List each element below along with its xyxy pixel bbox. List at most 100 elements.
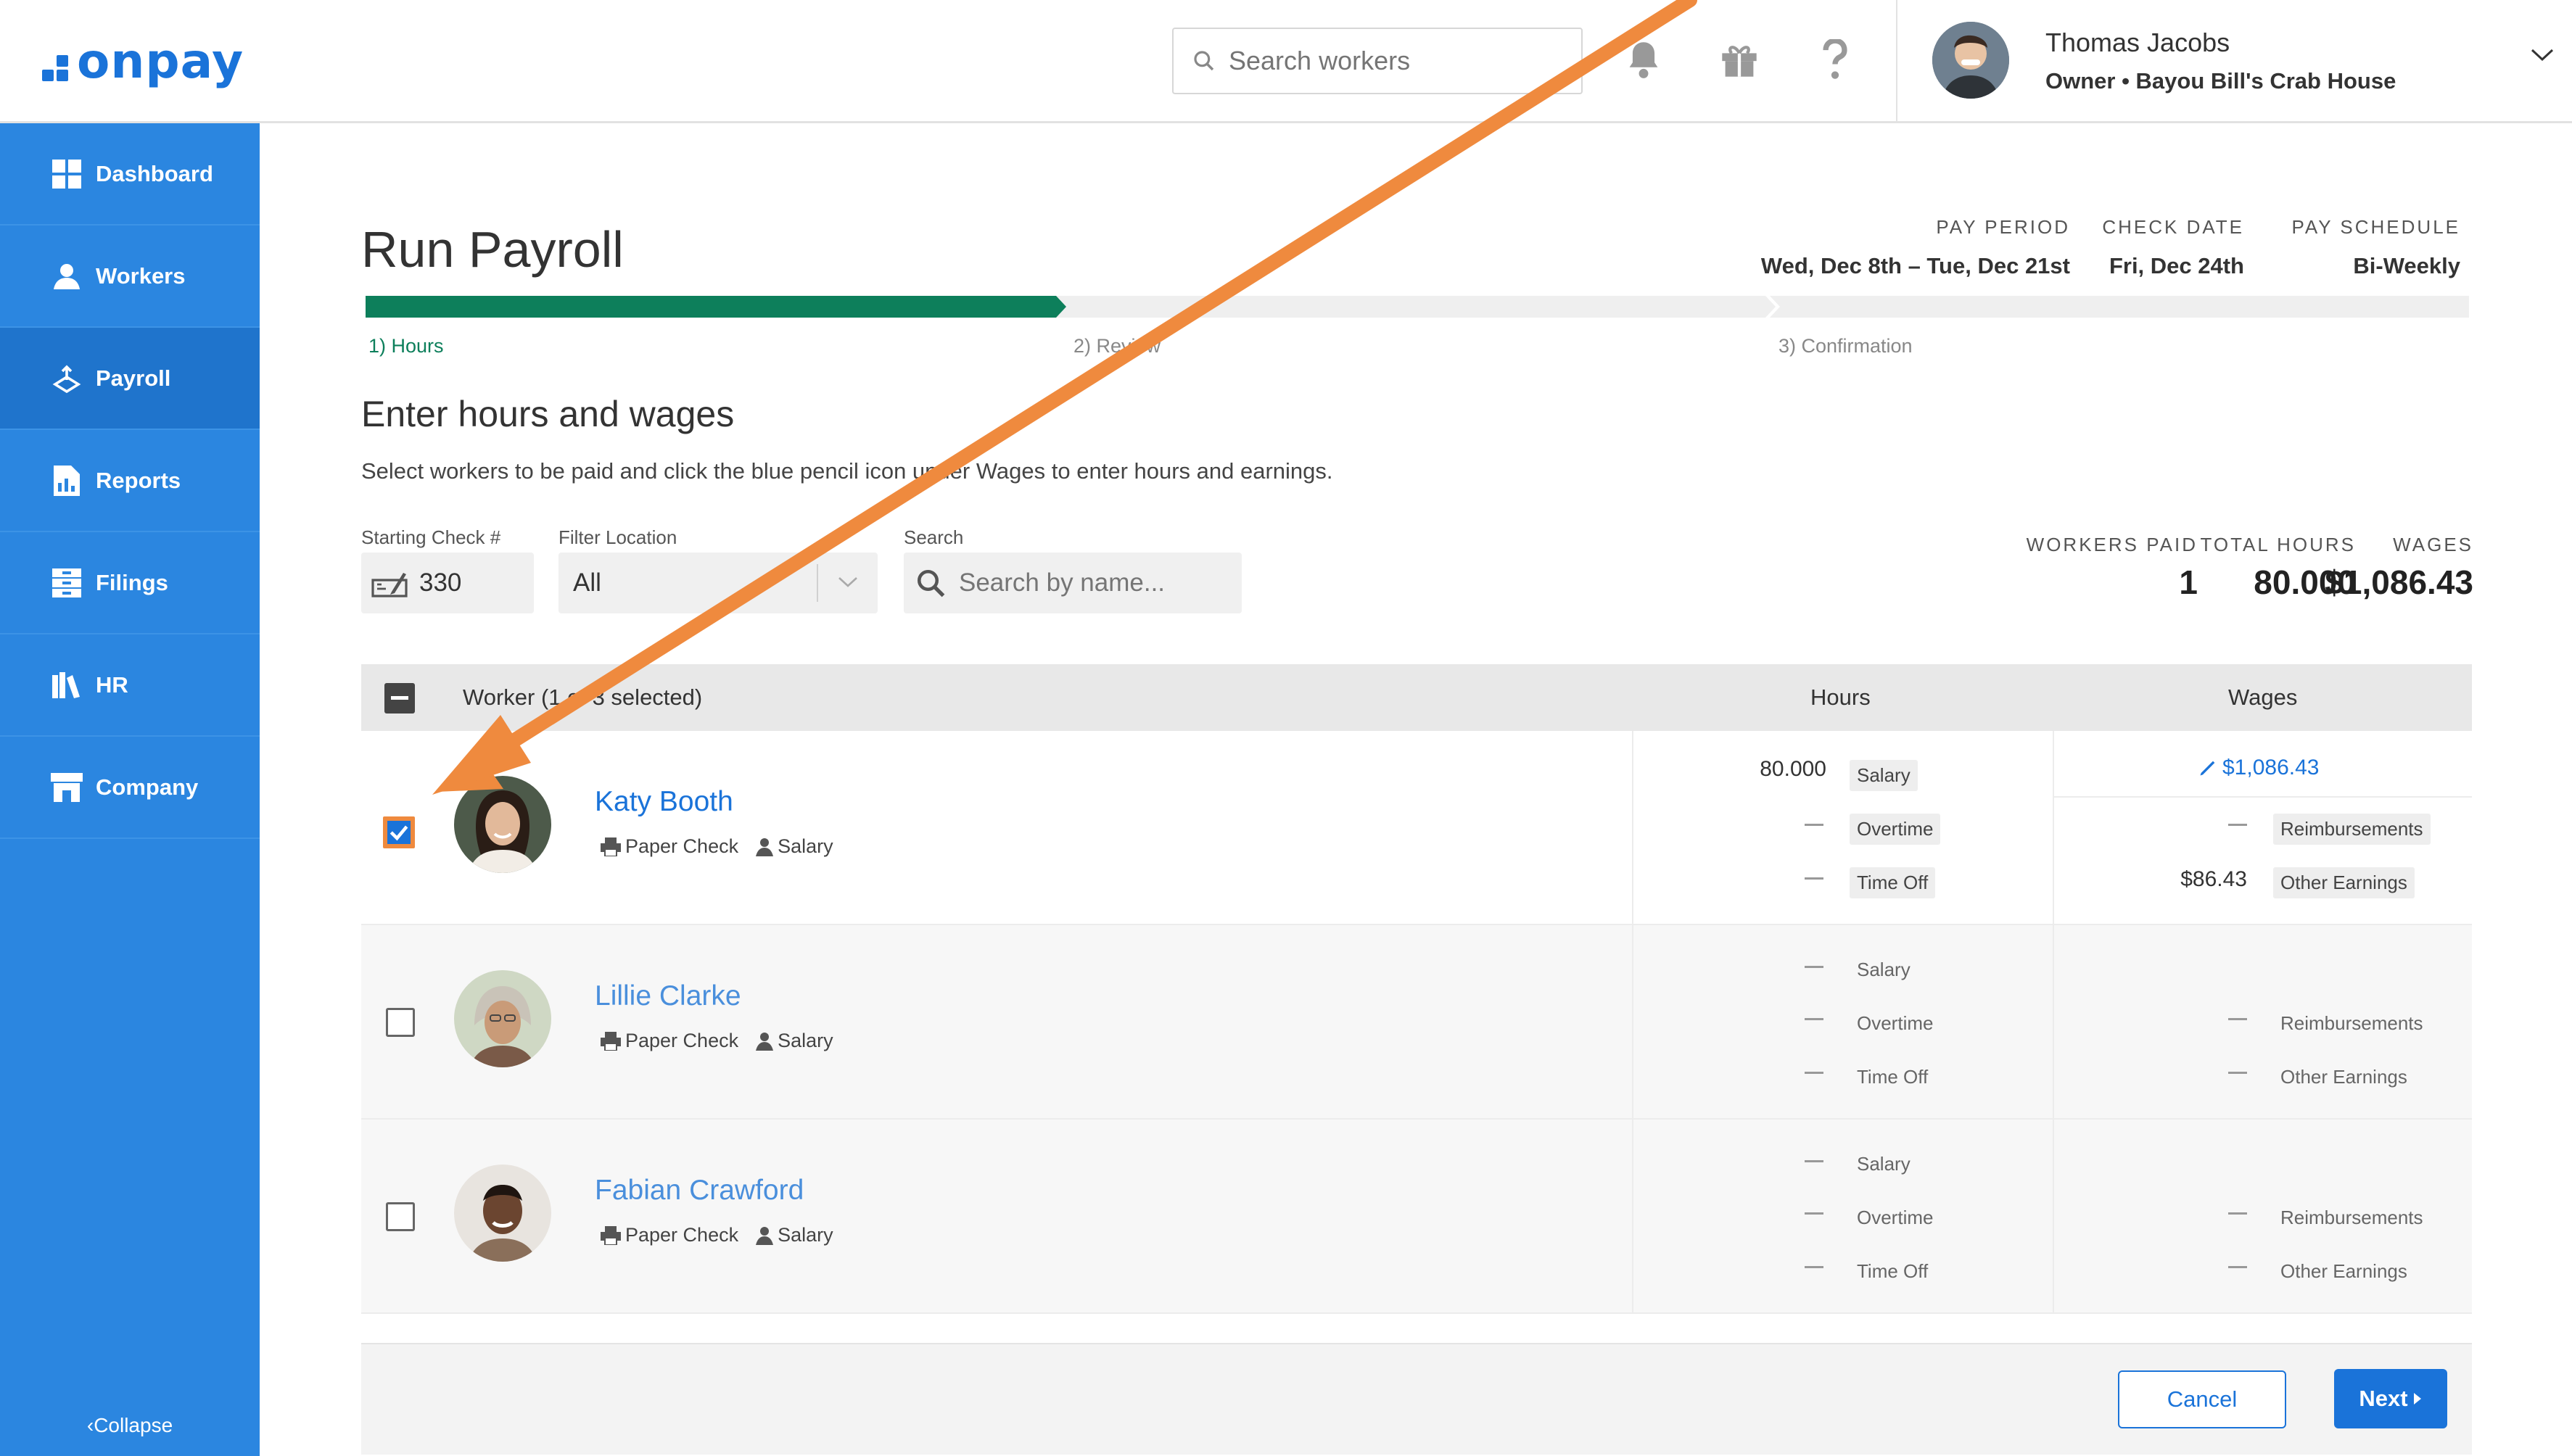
global-search-box[interactable]	[1172, 28, 1583, 94]
sidebar-item-dashboard[interactable]: Dashboard	[0, 123, 260, 226]
payment-method-label: Paper Check	[625, 1224, 739, 1246]
user-menu[interactable]: Thomas Jacobs Owner • Bayou Bill's Crab …	[1896, 0, 2572, 122]
starting-check-value: 330	[419, 568, 462, 597]
chevron-down-icon[interactable]	[2530, 48, 2555, 62]
pay-period-value: Wed, Dec 8th – Tue, Dec 21st	[1760, 253, 2070, 278]
time-off-tag: Time Off	[1850, 867, 1936, 898]
select-all-checkbox[interactable]	[384, 683, 415, 713]
dashboard-icon	[51, 158, 83, 190]
edit-wage-button[interactable]: $1,086.43	[2198, 756, 2319, 780]
payment-method-label: Paper Check	[625, 835, 739, 857]
user-role: Owner • Bayou Bill's Crab House	[2045, 68, 2396, 94]
table-header: Worker (1 of 3 selected) Hours Wages	[361, 664, 2472, 731]
dash-icon	[1805, 1018, 1823, 1020]
worker-name-link[interactable]: Katy Booth	[595, 786, 733, 818]
worker-name-link[interactable]: Fabian Crawford	[595, 1175, 804, 1207]
time-off-tag: Time Off	[1857, 1066, 1929, 1088]
salary-tag: Salary	[1857, 1153, 1911, 1175]
total-hours-label: TOTAL HOURS	[2200, 534, 2356, 555]
person-icon	[756, 1032, 774, 1051]
overtime-tag: Overtime	[1857, 1012, 1934, 1034]
column-divider	[1632, 731, 1633, 925]
sidebar-item-label: Reports	[96, 467, 181, 493]
collapse-label: Collapse	[94, 1414, 173, 1436]
chevron-right-icon	[2413, 1393, 2421, 1405]
check-date-label: CHECK DATE	[2102, 216, 2244, 238]
workers-paid-label: WORKERS PAID	[2026, 534, 2198, 555]
table-row[interactable]: Katy Booth Paper Check Salary 80.000 Sal…	[361, 731, 2472, 925]
workers-icon	[51, 260, 83, 292]
onpay-logo[interactable]: onpay	[42, 32, 244, 90]
dash-icon	[1805, 877, 1823, 880]
starting-check-field[interactable]: 330	[361, 553, 534, 613]
step-confirmation: 3) Confirmation	[1778, 335, 1913, 357]
top-bar: onpay Thomas Jacobs Owner • Bayou Bill's…	[0, 0, 2572, 123]
user-avatar	[1932, 22, 2009, 99]
other-earnings-amount: $86.43	[2180, 867, 2247, 891]
check-icon	[371, 573, 408, 597]
company-icon	[51, 772, 83, 803]
pay-schedule-value: Bi-Weekly	[2353, 253, 2460, 278]
pay-type: Salary	[756, 1030, 833, 1052]
filter-location-select[interactable]: All	[558, 553, 878, 613]
sidebar-item-label: Payroll	[96, 365, 171, 391]
salary-hours-value[interactable]: 80.000	[1710, 757, 1826, 782]
sidebar-item-label: HR	[96, 671, 128, 698]
pay-period-label: PAY PERIOD	[1936, 216, 2070, 238]
next-button[interactable]: Next	[2334, 1369, 2447, 1428]
starting-check-label: Starting Check #	[361, 526, 501, 548]
sidebar-item-company[interactable]: Company	[0, 737, 260, 839]
logo-dots-icon	[42, 55, 71, 84]
column-divider	[1632, 1120, 1633, 1314]
worker-avatar	[454, 776, 551, 873]
reimbursements-tag: Reimbursements	[2273, 814, 2431, 845]
main-content: Run Payroll PAY PERIOD Wed, Dec 8th – Tu…	[260, 123, 2572, 1456]
search-label: Search	[904, 526, 964, 548]
collapse-sidebar-button[interactable]: ‹Collapse	[0, 1414, 260, 1437]
minus-icon	[391, 696, 408, 700]
table-row[interactable]: Lillie Clarke Paper Check Salary Salary …	[361, 925, 2472, 1120]
step-review: 2) Review	[1073, 335, 1161, 357]
sidebar-item-reports[interactable]: Reports	[0, 430, 260, 532]
gift-icon[interactable]	[1718, 38, 1761, 81]
dash-icon	[1805, 1160, 1823, 1162]
workers-paid-value: 1	[2179, 563, 2198, 601]
sidebar-item-label: Company	[96, 774, 199, 800]
sidebar-item-hr[interactable]: HR	[0, 634, 260, 737]
dash-icon	[1805, 1072, 1823, 1074]
worker-details: Paper Check Salary	[601, 1030, 851, 1052]
reimbursements-tag: Reimbursements	[2280, 1012, 2423, 1034]
pay-type-label: Salary	[778, 1030, 833, 1051]
column-divider	[2053, 731, 2054, 925]
payment-method: Paper Check	[601, 835, 738, 858]
dash-icon	[1805, 824, 1823, 826]
cancel-button[interactable]: Cancel	[2118, 1370, 2286, 1428]
worker-avatar	[454, 970, 551, 1067]
row-checkbox[interactable]	[386, 1202, 415, 1231]
worker-name-link[interactable]: Lillie Clarke	[595, 980, 741, 1012]
search-name-box[interactable]	[904, 553, 1242, 613]
help-icon[interactable]	[1813, 38, 1857, 81]
worker-column-header: Worker (1 of 3 selected)	[463, 684, 703, 710]
sidebar-item-filings[interactable]: Filings	[0, 532, 260, 634]
page-title: Run Payroll	[361, 221, 624, 278]
row-checkbox-checked[interactable]	[383, 816, 415, 848]
section-description: Select workers to be paid and click the …	[361, 458, 1333, 484]
sidebar-item-workers[interactable]: Workers	[0, 226, 260, 328]
bell-icon[interactable]	[1622, 38, 1665, 81]
action-footer: Cancel Next	[361, 1343, 2472, 1455]
person-icon	[756, 1226, 774, 1245]
row-checkbox[interactable]	[386, 1008, 415, 1037]
wages-value: $1,086.43	[2325, 563, 2473, 601]
sidebar-item-payroll[interactable]: Payroll	[0, 328, 260, 430]
pay-type-label: Salary	[778, 1224, 833, 1246]
table-row[interactable]: Fabian Crawford Paper Check Salary Salar…	[361, 1120, 2472, 1314]
next-label: Next	[2359, 1386, 2408, 1411]
search-workers-input[interactable]	[1229, 46, 1562, 76]
dash-icon	[2228, 1072, 2247, 1074]
payment-method: Paper Check	[601, 1224, 738, 1246]
dash-icon	[1805, 1266, 1823, 1268]
search-icon	[917, 569, 945, 597]
search-name-input[interactable]	[959, 568, 1235, 597]
sidebar-item-label: Workers	[96, 262, 186, 289]
